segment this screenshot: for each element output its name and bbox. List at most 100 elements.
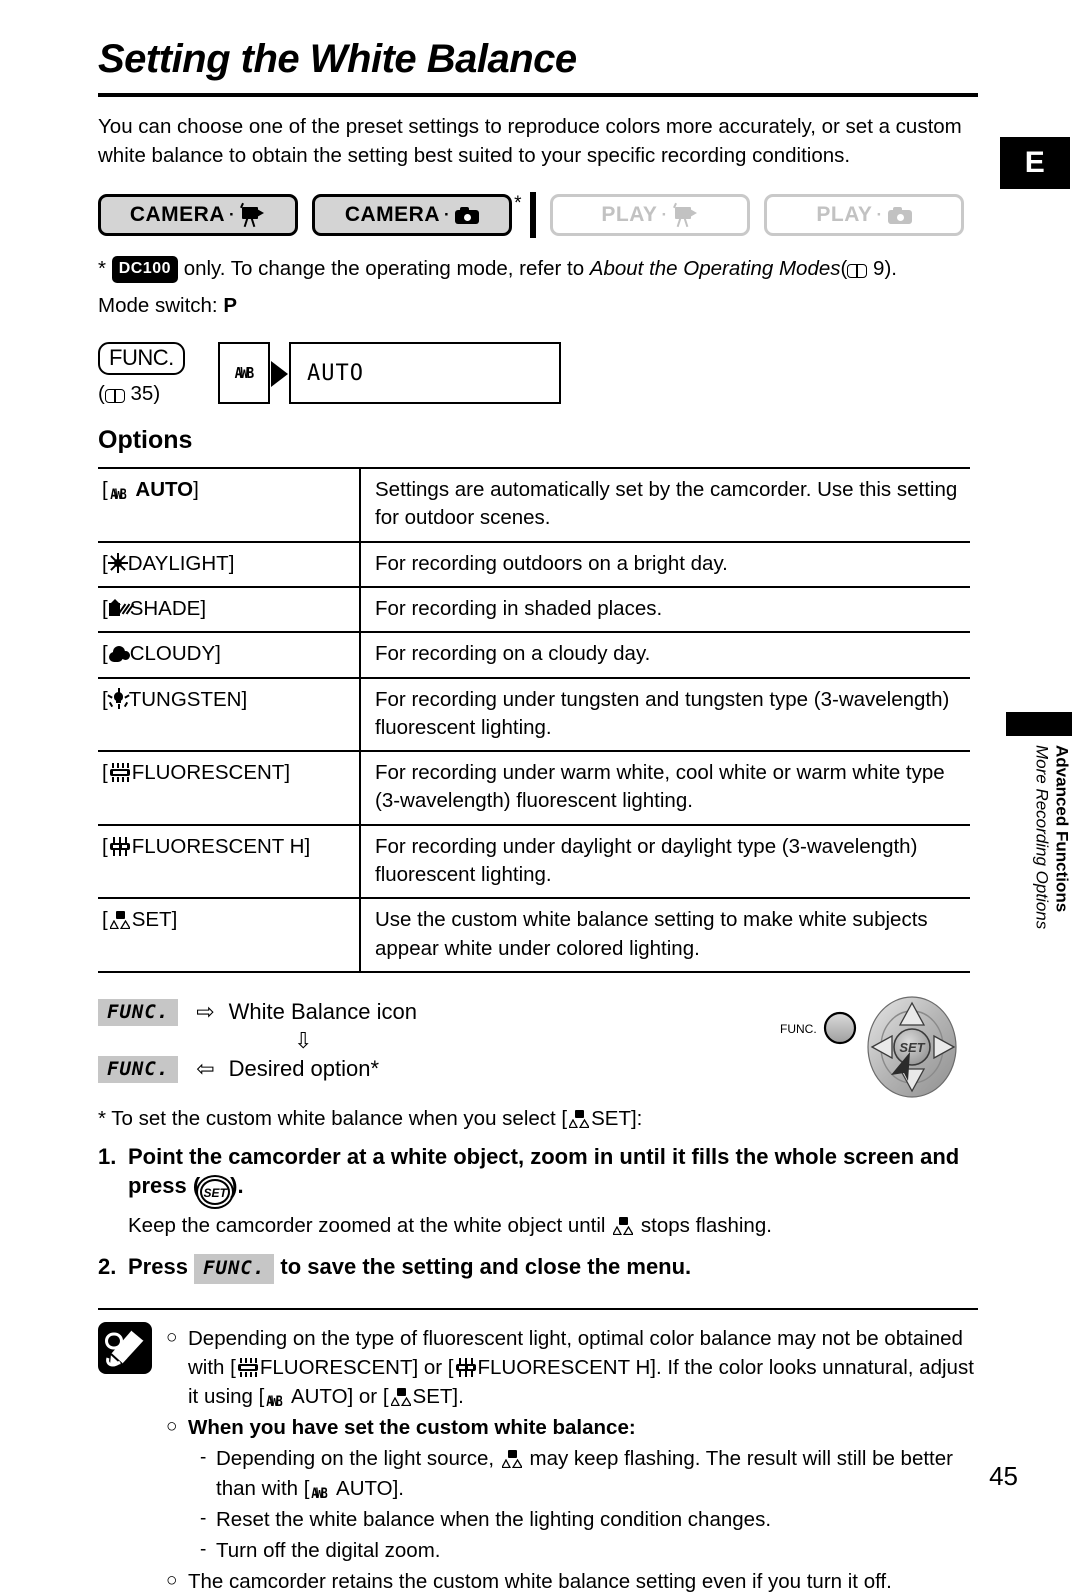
step-text: Press FUNC. to save the setting and clos… <box>128 1252 691 1284</box>
option-key-label: DAYLIGHT <box>127 551 229 575</box>
table-row: [FLUORESCENT H] For recording under dayl… <box>98 824 970 899</box>
substep-pre: Keep the camcorder zoomed at the white o… <box>128 1214 606 1238</box>
table-row: [AWB AUTO] Settings are automatically se… <box>98 468 970 542</box>
footnote-page-number: 9 <box>873 257 885 281</box>
mode-camera-photo[interactable]: CAMERA · * <box>312 193 522 237</box>
step-text-pre: Point the camcorder at a white object, z… <box>128 1143 960 1199</box>
mode-play-photo[interactable]: PLAY · <box>764 194 964 237</box>
notes-divider <box>98 1307 978 1310</box>
dash-bullet-icon: - <box>200 1538 207 1560</box>
mode-play-video[interactable]: PLAY · <box>550 194 750 237</box>
option-key-label: FLUORESCENT <box>131 761 285 785</box>
shade-icon <box>108 598 134 618</box>
option-desc-cell: For recording on a cloudy day. <box>375 642 651 666</box>
dash-bullet-icon: - <box>200 1507 207 1529</box>
step-1: 1. Point the camcorder at a white object… <box>98 1142 978 1206</box>
option-key-label: CLOUDY <box>129 642 216 666</box>
bullet-icon: ○ <box>166 1416 178 1438</box>
operating-mode-row: CAMERA · CAMERA · * PLAY · PLAY · <box>98 192 978 239</box>
options-table: [AWB AUTO] Settings are automatically se… <box>98 467 970 973</box>
note-part-mid1: FLUORESCENT] or [ <box>259 1356 454 1380</box>
paren-open: ( <box>98 382 105 406</box>
mode-group-separator <box>530 192 536 239</box>
cloud-icon <box>108 645 130 663</box>
custom-wb-star-note: * To set the custom white balance when y… <box>98 1107 978 1131</box>
note-item-3: ○ The camcorder retains the custom white… <box>166 1567 978 1596</box>
mode-switch-label: Mode switch: <box>98 294 218 318</box>
edition-tab: E <box>1000 137 1070 189</box>
awb-icon: AWB <box>109 487 127 504</box>
step-2: 2. Press FUNC. to save the setting and c… <box>98 1252 978 1284</box>
table-row: [SHADE] For recording in shaded places. <box>98 586 970 633</box>
note-item-2-text: When you have set the custom white balan… <box>188 1416 636 1440</box>
note-sub-item-1: - Depending on the light source, may kee… <box>200 1444 978 1502</box>
bullet-icon: ○ <box>166 1326 178 1348</box>
option-key-label: FLUORESCENT H <box>131 834 305 858</box>
footnote-paren-close: ). <box>884 257 897 281</box>
note-item-2: ○ When you have set the custom white bal… <box>166 1413 978 1442</box>
model-footnote: * DC100 only. To change the operating mo… <box>98 254 978 284</box>
func-button-1[interactable]: FUNC. <box>98 998 179 1026</box>
func-page-number: 35 <box>130 382 154 406</box>
intro-paragraph: You can choose one of the preset setting… <box>98 115 962 168</box>
func-flow-diagram: FUNC. ( 35) AWB AUTO <box>98 342 978 406</box>
option-key-label: AUTO <box>135 478 194 502</box>
page-number: 45 <box>989 1461 1018 1491</box>
side-chapter-label: Advanced Functions <box>1052 745 1072 913</box>
tungsten-bulb-icon <box>107 687 130 709</box>
fluorescent-h-icon <box>108 836 132 856</box>
awb-icon: AWB <box>311 1485 329 1502</box>
sun-icon <box>107 552 128 573</box>
option-key-cell: [TUNGSTEN] <box>98 677 361 752</box>
step-text-post: to save the setting and close the menu. <box>280 1253 692 1279</box>
func-sequence-block: FUNC. ⇨ White Balance icon ⇩ FUNC. ⇦ Des… <box>98 996 978 1098</box>
mode-label: PLAY <box>601 203 658 227</box>
manual-page: E Advanced Functions More Recording Opti… <box>0 0 1080 1593</box>
note-pencil-icon <box>98 1321 152 1374</box>
fluorescent-h-icon <box>454 1358 478 1378</box>
step-text: Point the camcorder at a white object, z… <box>128 1142 978 1206</box>
right-arrow-icon: ⇨ <box>196 999 215 1025</box>
option-key-label: TUNGSTEN <box>128 687 242 711</box>
mode-camera-video[interactable]: CAMERA · <box>98 194 298 237</box>
mode-dot-separator: · <box>444 205 451 225</box>
mode-label: CAMERA <box>344 203 440 227</box>
set-button-icon[interactable]: SET <box>200 1179 231 1206</box>
options-heading: Options <box>98 426 193 455</box>
side-section-label: More Recording Options <box>1032 745 1052 930</box>
note-sub-item-1-text: Depending on the light source, may keep … <box>216 1444 978 1502</box>
func-button-pill[interactable]: FUNC. <box>98 342 185 376</box>
dash-bullet-icon: - <box>200 1447 207 1469</box>
mode-switch-line: Mode switch: P <box>98 294 978 318</box>
note-item-1-text: Depending on the type of fluorescent lig… <box>188 1324 978 1411</box>
note-sub-item-3-text: Turn off the digital zoom. <box>216 1538 441 1562</box>
joystick-diagram: FUNC. SET <box>778 995 968 1099</box>
mode-switch-value: P <box>223 294 238 318</box>
step-1-detail: Keep the camcorder zoomed at the white o… <box>128 1212 978 1241</box>
option-key-label: SHADE <box>129 596 201 620</box>
fluorescent-icon <box>236 1358 260 1378</box>
footnote-italic-reference: About the Operating Modes <box>589 257 841 281</box>
custom-wb-set-icon <box>389 1388 413 1407</box>
model-badge: DC100 <box>111 256 178 283</box>
notes-text: ○ Depending on the type of fluorescent l… <box>166 1322 978 1596</box>
sub-part-post: AUTO]. <box>336 1476 404 1500</box>
option-desc-cell: Settings are automatically set by the ca… <box>375 478 958 530</box>
option-key-cell: [SHADE] <box>98 586 361 633</box>
option-desc-cell: For recording under daylight or daylight… <box>375 834 918 886</box>
option-key-cell: [AWB AUTO] <box>98 468 361 542</box>
substep-post: stops flashing. <box>640 1214 772 1238</box>
still-camera-icon <box>887 206 912 224</box>
option-desc-cell: For recording in shaded places. <box>375 596 663 620</box>
func-button-step[interactable]: FUNC. <box>194 1253 275 1284</box>
option-key-cell: [FLUORESCENT H] <box>98 824 361 899</box>
mode-dot-separator: · <box>229 205 236 225</box>
left-arrow-icon: ⇦ <box>196 1056 215 1082</box>
paren-close: ) <box>153 382 161 406</box>
option-key-cell: [FLUORESCENT] <box>98 751 361 825</box>
func-button-2[interactable]: FUNC. <box>98 1055 179 1083</box>
flow-arrow-icon <box>271 361 288 388</box>
mode-label: PLAY <box>816 203 873 227</box>
still-camera-icon <box>455 206 480 224</box>
side-margin-bar <box>1006 712 1072 736</box>
